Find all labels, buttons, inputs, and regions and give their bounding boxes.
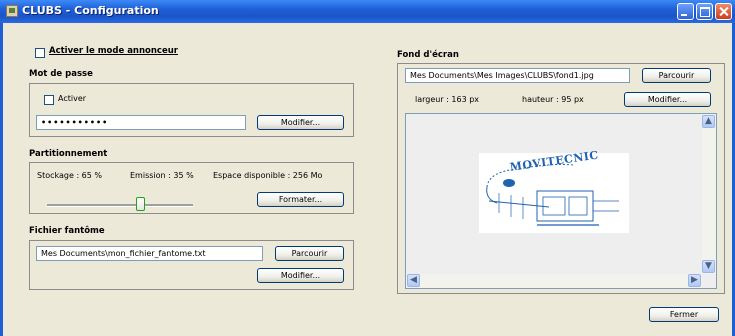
title-bar[interactable]: CLUBS - Configuration — [0, 0, 735, 23]
password-modify-button[interactable]: Modifier... — [257, 115, 344, 130]
maximize-button[interactable] — [696, 3, 713, 20]
wallpaper-title: Fond d'écran — [397, 50, 459, 60]
ghost-file-modify-button[interactable]: Modifier... — [257, 268, 344, 283]
window-title: CLUBS - Configuration — [22, 4, 159, 17]
ghost-file-title: Fichier fantôme — [29, 226, 105, 236]
wallpaper-browse-button[interactable]: Parcourir — [642, 68, 711, 83]
password-activate-label: Activer — [58, 94, 87, 103]
password-title: Mot de passe — [29, 69, 93, 79]
partition-slider-thumb[interactable] — [136, 197, 146, 211]
partition-storage-text: Stockage : 65 % — [37, 171, 103, 180]
scroll-down-arrow-icon[interactable]: ▼ — [702, 260, 715, 273]
announcer-mode-label: Activer le mode annonceur — [49, 46, 178, 56]
wallpaper-modify-button[interactable]: Modifier... — [624, 92, 711, 107]
window-frame-left — [0, 23, 3, 336]
partition-space-text: Espace disponible : 256 Mo — [213, 171, 323, 180]
horizontal-scrollbar[interactable]: ◀ ▶ — [406, 274, 702, 288]
ghost-file-path-field[interactable]: Mes Documents\mon_fichier_fantome.txt — [36, 246, 263, 261]
scroll-right-arrow-icon[interactable]: ▶ — [688, 274, 701, 287]
password-activate-checkbox[interactable] — [44, 95, 54, 105]
wallpaper-path-field[interactable]: Mes Documents\Mes Images\CLUBS\fond1.jpg — [405, 68, 630, 83]
app-icon[interactable] — [6, 5, 18, 17]
wallpaper-image: MOVITECNIC — [479, 149, 629, 233]
scroll-left-arrow-icon[interactable]: ◀ — [407, 274, 420, 287]
format-button[interactable]: Formater... — [257, 192, 344, 207]
scroll-up-arrow-icon[interactable]: ▲ — [702, 115, 715, 128]
partition-title: Partitionnement — [29, 149, 108, 159]
close-window-button[interactable] — [715, 3, 732, 20]
partition-emission-text: Emission : 35 % — [130, 171, 194, 180]
wallpaper-height-text: hauteur : 95 px — [522, 95, 584, 104]
wallpaper-width-text: largeur : 163 px — [415, 95, 480, 104]
announcer-mode-checkbox[interactable] — [35, 48, 45, 58]
vertical-scrollbar[interactable]: ▲ ▼ — [702, 114, 716, 274]
minimize-button[interactable] — [677, 3, 694, 20]
ghost-file-browse-button[interactable]: Parcourir — [275, 246, 344, 261]
partition-slider-track[interactable] — [47, 204, 193, 207]
password-field[interactable]: ••••••••••• — [36, 115, 246, 130]
scroll-corner — [702, 274, 716, 288]
close-button[interactable]: Fermer — [649, 307, 719, 322]
